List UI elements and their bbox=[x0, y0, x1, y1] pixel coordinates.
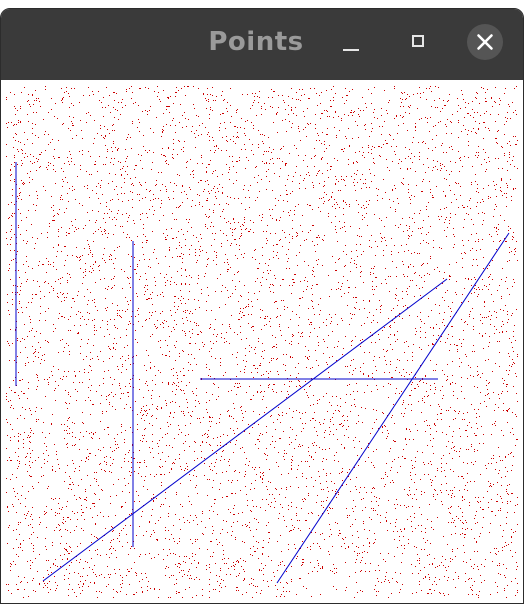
minimize-button[interactable] bbox=[333, 24, 369, 60]
line-segment-5 bbox=[276, 232, 510, 584]
title-bar[interactable]: Points bbox=[1, 9, 523, 80]
desktop: Points bbox=[0, 0, 524, 604]
random-points-layer bbox=[6, 86, 518, 598]
points-scatter bbox=[6, 86, 518, 598]
line-segments-layer bbox=[15, 162, 510, 584]
window-title: Points bbox=[1, 27, 523, 57]
line-segment-4 bbox=[42, 278, 448, 582]
close-icon bbox=[477, 34, 493, 50]
maximize-button[interactable] bbox=[401, 24, 437, 60]
window-title-text: Points bbox=[208, 27, 304, 57]
points-and-lines-canvas bbox=[6, 86, 518, 598]
maximize-icon bbox=[412, 35, 424, 47]
points-window: Points bbox=[0, 8, 524, 604]
minimize-icon bbox=[343, 49, 359, 51]
close-button[interactable] bbox=[467, 24, 503, 60]
drawing-canvas[interactable] bbox=[1, 81, 523, 603]
